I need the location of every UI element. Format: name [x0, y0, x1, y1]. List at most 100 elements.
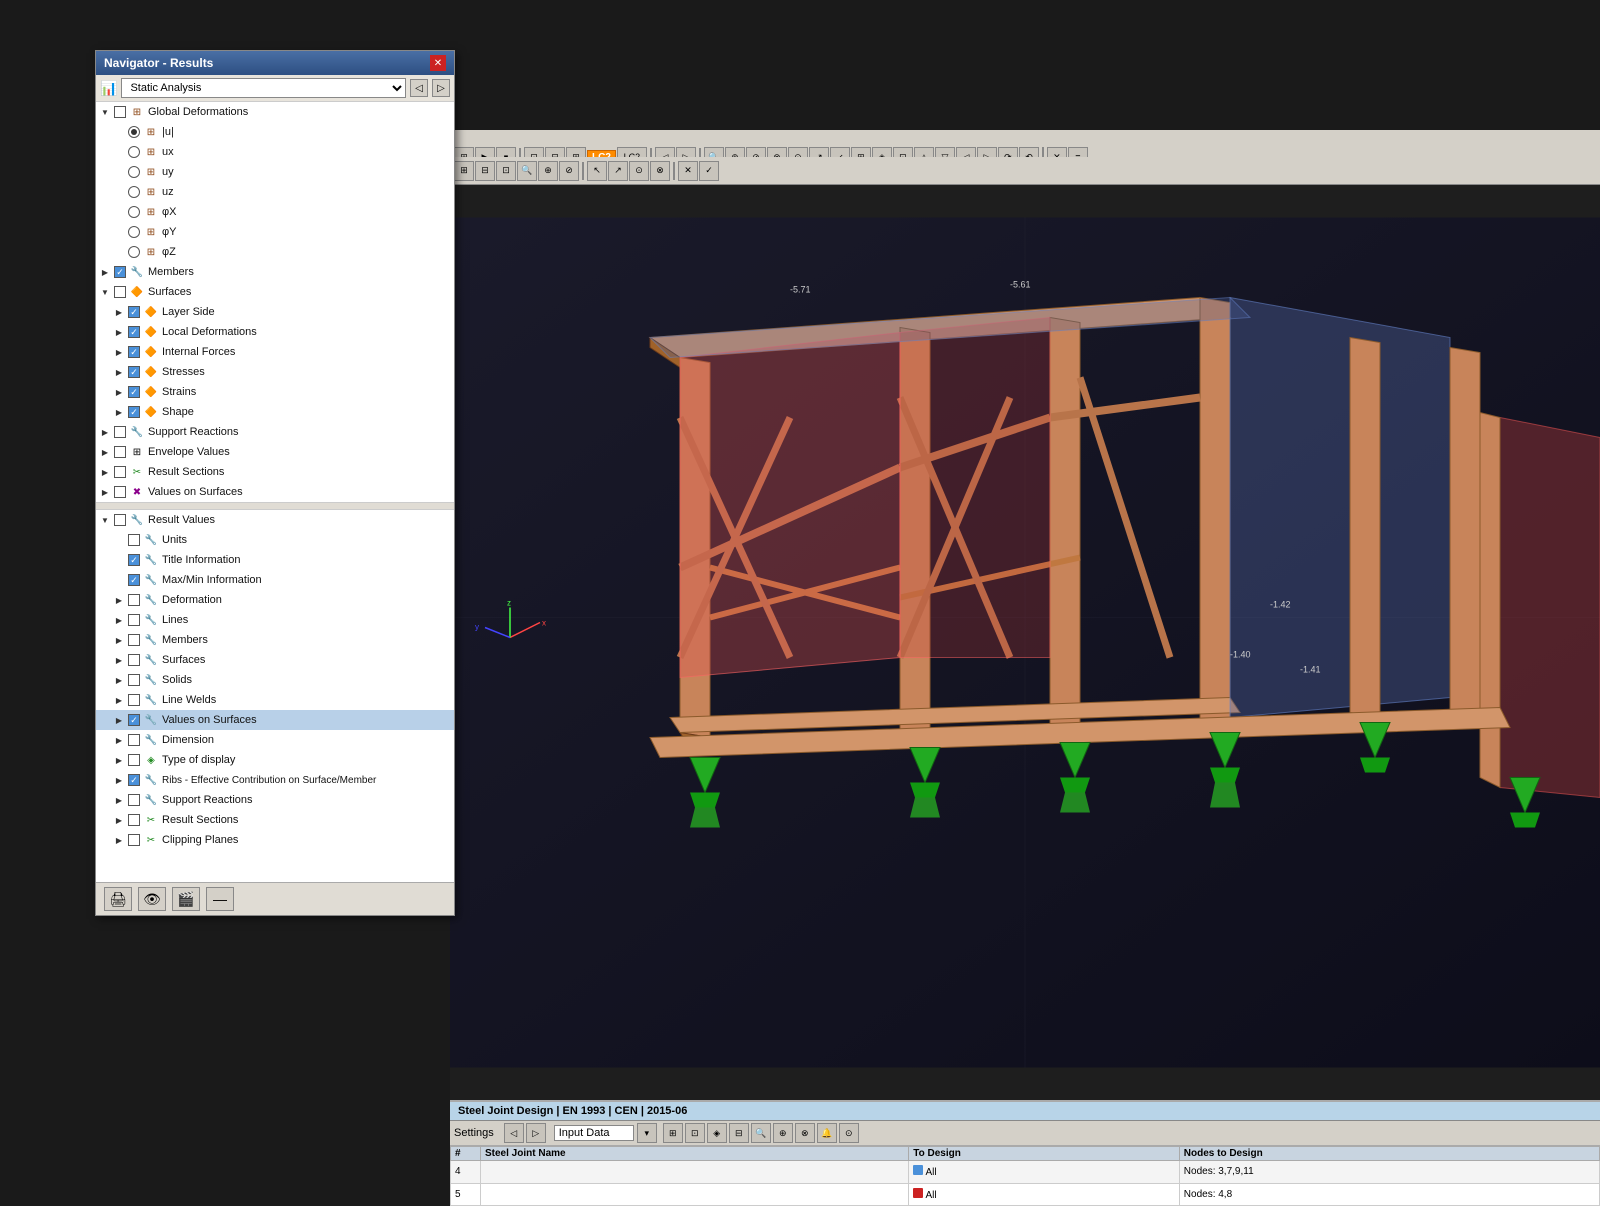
- cb-rv-result-sections[interactable]: [128, 814, 140, 826]
- nav-prev-btn[interactable]: ◁: [410, 79, 428, 97]
- tree-item-surfaces[interactable]: 🔶 Surfaces: [96, 282, 454, 302]
- cb-envelope-values[interactable]: [114, 446, 126, 458]
- tree-item-values-surfaces[interactable]: ✖ Values on Surfaces: [96, 482, 454, 502]
- expand-deformation[interactable]: [112, 593, 126, 607]
- bp-btn-5[interactable]: 🔍: [751, 1123, 771, 1143]
- cb-units[interactable]: [128, 534, 140, 546]
- tb2-a[interactable]: ⊞: [454, 161, 474, 181]
- expand-solids[interactable]: [112, 673, 126, 687]
- expand-type-display[interactable]: [112, 753, 126, 767]
- navigator-tree[interactable]: ⊞ Global Deformations ⊞ |u| ⊞ ux ⊞ uy: [96, 102, 454, 882]
- cb-solids[interactable]: [128, 674, 140, 686]
- expand-result-sections[interactable]: [98, 465, 112, 479]
- expand-stresses[interactable]: [112, 365, 126, 379]
- tree-item-dimension[interactable]: 🔧 Dimension: [96, 730, 454, 750]
- cb-maxmin-info[interactable]: [128, 574, 140, 586]
- expand-global-def[interactable]: [98, 105, 112, 119]
- bp-btn-prev[interactable]: ◁: [504, 1123, 524, 1143]
- cb-rv-support-reactions[interactable]: [128, 794, 140, 806]
- radio-uy[interactable]: [128, 166, 140, 178]
- tree-item-solids[interactable]: 🔧 Solids: [96, 670, 454, 690]
- cb-internal-forces[interactable]: [128, 346, 140, 358]
- tree-item-u-abs[interactable]: ⊞ |u|: [96, 122, 454, 142]
- bp-btn-7[interactable]: ⊗: [795, 1123, 815, 1143]
- expand-shape[interactable]: [112, 405, 126, 419]
- cb-layer-side[interactable]: [128, 306, 140, 318]
- navigator-header[interactable]: 📊 Static Analysis ◁ ▷: [96, 75, 454, 102]
- tb2-h[interactable]: ↗: [608, 161, 628, 181]
- tree-item-stresses[interactable]: 🔶 Stresses: [96, 362, 454, 382]
- tree-item-internal-forces[interactable]: 🔶 Internal Forces: [96, 342, 454, 362]
- secondary-toolbar[interactable]: ⊞ ⊟ ⊡ 🔍 ⊕ ⊘ ↖ ↗ ⊙ ⊗ ✕ ✓: [450, 157, 1600, 185]
- tree-item-units[interactable]: 🔧 Units: [96, 530, 454, 550]
- bp-btn-8[interactable]: 🔔: [817, 1123, 837, 1143]
- tb2-k[interactable]: ✕: [678, 161, 698, 181]
- cb-surfaces[interactable]: [114, 286, 126, 298]
- tree-item-type-display[interactable]: ◈ Type of display: [96, 750, 454, 770]
- tree-item-uy[interactable]: ⊞ uy: [96, 162, 454, 182]
- 3d-viewport[interactable]: -5.71 -5.61 -1.40 -1.41 -1.42 x z y: [450, 185, 1600, 1100]
- bp-dropdown-arrow[interactable]: ▾: [637, 1123, 657, 1143]
- cb-clipping-planes[interactable]: [128, 834, 140, 846]
- cb-shape[interactable]: [128, 406, 140, 418]
- cb-values-surfaces[interactable]: [114, 486, 126, 498]
- expand-rv-surfaces[interactable]: [112, 653, 126, 667]
- tb2-f[interactable]: ⊘: [559, 161, 579, 181]
- tree-item-title-info[interactable]: 🔧 Title Information: [96, 550, 454, 570]
- bp-btn-2[interactable]: ⊡: [685, 1123, 705, 1143]
- tb2-d[interactable]: 🔍: [517, 161, 537, 181]
- tree-item-ribs[interactable]: 🔧 Ribs - Effective Contribution on Surfa…: [96, 770, 454, 790]
- cb-title-info[interactable]: [128, 554, 140, 566]
- expand-rv-support-reactions[interactable]: [112, 793, 126, 807]
- input-data-dropdown[interactable]: Input Data: [554, 1125, 634, 1141]
- cb-local-deform[interactable]: [128, 326, 140, 338]
- expand-strains[interactable]: [112, 385, 126, 399]
- cb-ribs[interactable]: [128, 774, 140, 786]
- cb-support-reactions[interactable]: [114, 426, 126, 438]
- bp-btn-9[interactable]: ⊙: [839, 1123, 859, 1143]
- expand-ribs[interactable]: [112, 773, 126, 787]
- radio-phiy[interactable]: [128, 226, 140, 238]
- tree-item-rv-surfaces[interactable]: 🔧 Surfaces: [96, 650, 454, 670]
- tree-item-rv-result-sections[interactable]: ✂ Result Sections: [96, 810, 454, 830]
- tree-item-envelope-values[interactable]: ⊞ Envelope Values: [96, 442, 454, 462]
- expand-values-surfaces[interactable]: [98, 485, 112, 499]
- tree-item-rv-members[interactable]: 🔧 Members: [96, 630, 454, 650]
- radio-ux[interactable]: [128, 146, 140, 158]
- bp-btn-next[interactable]: ▷: [526, 1123, 546, 1143]
- tree-item-clipping-planes[interactable]: ✂ Clipping Planes: [96, 830, 454, 850]
- tree-item-rv-values-surfaces[interactable]: 🔧 Values on Surfaces: [96, 710, 454, 730]
- tree-item-maxmin-info[interactable]: 🔧 Max/Min Information: [96, 570, 454, 590]
- expand-rv-members[interactable]: [112, 633, 126, 647]
- radio-phix[interactable]: [128, 206, 140, 218]
- expand-result-values[interactable]: [98, 513, 112, 527]
- tree-item-lines[interactable]: 🔧 Lines: [96, 610, 454, 630]
- cb-lines[interactable]: [128, 614, 140, 626]
- expand-rv-values-surfaces[interactable]: [112, 713, 126, 727]
- tree-item-support-reactions[interactable]: 🔧 Support Reactions: [96, 422, 454, 442]
- bottom-panel-toolbar[interactable]: Settings ◁ ▷ Input Data ▾ ⊞ ⊡ ◈ ⊟ 🔍 ⊕ ⊗ …: [450, 1121, 1600, 1146]
- cb-type-display[interactable]: [128, 754, 140, 766]
- expand-internal-forces[interactable]: [112, 345, 126, 359]
- bp-btn-1[interactable]: ⊞: [663, 1123, 683, 1143]
- cb-result-sections[interactable]: [114, 466, 126, 478]
- expand-line-welds[interactable]: [112, 693, 126, 707]
- expand-local-deform[interactable]: [112, 325, 126, 339]
- tree-item-local-deform[interactable]: 🔶 Local Deformations: [96, 322, 454, 342]
- tree-item-ux[interactable]: ⊞ ux: [96, 142, 454, 162]
- cb-rv-members[interactable]: [128, 634, 140, 646]
- tb2-b[interactable]: ⊟: [475, 161, 495, 181]
- cb-members[interactable]: [114, 266, 126, 278]
- tb2-c[interactable]: ⊡: [496, 161, 516, 181]
- expand-clipping-planes[interactable]: [112, 833, 126, 847]
- tree-item-uz[interactable]: ⊞ uz: [96, 182, 454, 202]
- cb-dimension[interactable]: [128, 734, 140, 746]
- print-button[interactable]: 🖨: [104, 887, 132, 911]
- cb-rv-values-surfaces[interactable]: [128, 714, 140, 726]
- analysis-dropdown[interactable]: Static Analysis: [121, 78, 406, 98]
- expand-dimension[interactable]: [112, 733, 126, 747]
- cb-rv-surfaces[interactable]: [128, 654, 140, 666]
- cb-global-def[interactable]: [114, 106, 126, 118]
- expand-layer-side[interactable]: [112, 305, 126, 319]
- tree-item-members[interactable]: 🔧 Members: [96, 262, 454, 282]
